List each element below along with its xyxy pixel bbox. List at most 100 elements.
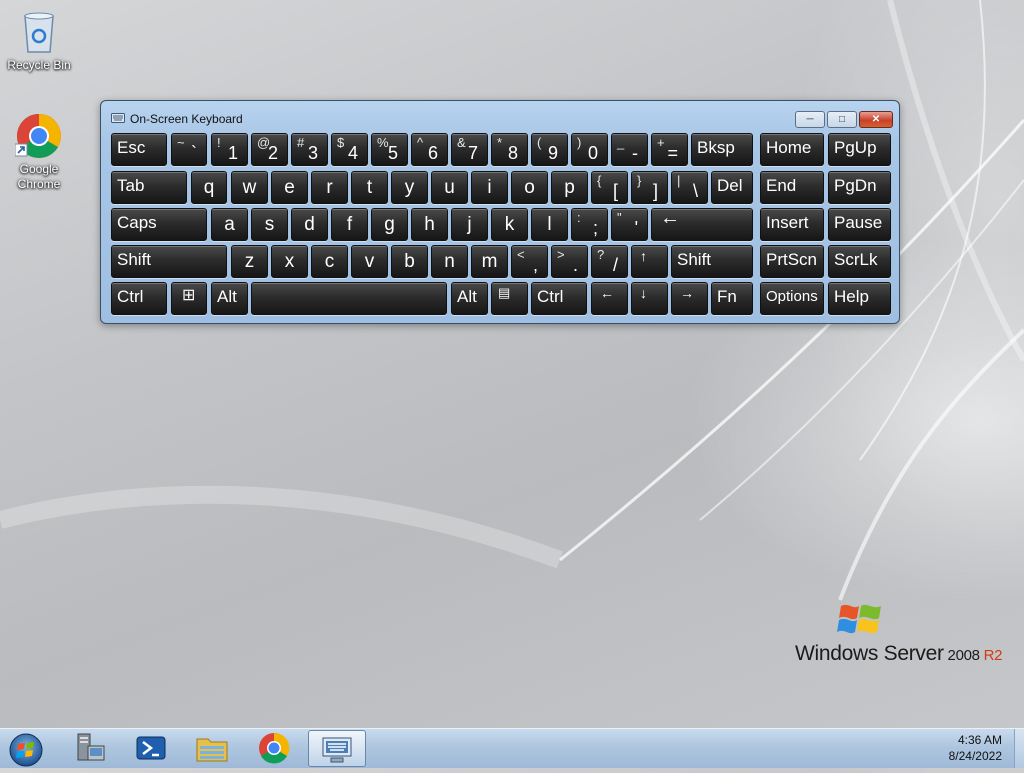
key-c[interactable]: c: [311, 245, 348, 278]
key-sym-3-10[interactable]: ? /: [591, 245, 628, 278]
key-sym-1-11[interactable]: {[: [591, 171, 628, 204]
key-fn-label: Fn: [717, 287, 737, 306]
key-alt[interactable]: Alt: [451, 282, 488, 315]
key-sym-0-13[interactable]: + =: [651, 133, 688, 166]
taskbar-powershell[interactable]: [122, 730, 178, 767]
key-sym-1-13[interactable]: | \: [671, 171, 708, 204]
key-sym-3-8[interactable]: <,: [511, 245, 548, 278]
key-o[interactable]: o: [511, 171, 548, 204]
key-4[interactable]: $4: [331, 133, 368, 166]
key-context-menu[interactable]: ▤: [491, 282, 528, 315]
key-esc[interactable]: Esc: [111, 133, 167, 166]
key-x[interactable]: x: [271, 245, 308, 278]
key-k[interactable]: k: [491, 208, 528, 241]
key-shift-label: Shift: [117, 250, 152, 269]
key-u[interactable]: u: [431, 171, 468, 204]
key-y[interactable]: y: [391, 171, 428, 204]
key-caps[interactable]: Caps: [111, 208, 207, 241]
key-sym-0-12[interactable]: _ -: [611, 133, 648, 166]
key-enter-arrow[interactable]: ←: [651, 207, 753, 241]
key-a-label: a: [224, 214, 235, 235]
key-home[interactable]: Home: [760, 133, 824, 166]
key-del[interactable]: Del: [711, 171, 753, 204]
key-down-arrow[interactable]: ↓: [631, 282, 668, 315]
start-button[interactable]: [6, 733, 46, 767]
key-7[interactable]: & 7: [451, 133, 488, 166]
key-n[interactable]: n: [431, 245, 468, 278]
key-prtscn[interactable]: PrtScn: [760, 245, 824, 278]
key-w-label: w: [242, 177, 257, 198]
key-d[interactable]: d: [291, 208, 328, 241]
on-screen-keyboard-icon: [322, 737, 352, 763]
key-r[interactable]: r: [311, 171, 348, 204]
desktop-icon-recycle-bin[interactable]: Recycle Bin: [1, 8, 77, 73]
key-up-arrow[interactable]: ↑: [631, 245, 668, 278]
key-5[interactable]: % 5: [371, 133, 408, 166]
key-2[interactable]: @2: [251, 133, 288, 166]
key-1[interactable]: ! 1: [211, 133, 248, 166]
key-right-arrow[interactable]: →: [671, 282, 708, 315]
key-ctrl[interactable]: Ctrl: [111, 282, 167, 315]
key-a[interactable]: a: [211, 208, 248, 241]
key-alt-label: Alt: [457, 287, 477, 306]
key-m[interactable]: m: [471, 245, 508, 278]
key-sym-0-1[interactable]: ~ `: [171, 133, 207, 166]
key-fn[interactable]: Fn: [711, 282, 753, 315]
key-left-arrow[interactable]: ←: [591, 282, 628, 315]
key-shift[interactable]: Shift: [111, 245, 227, 278]
key-6[interactable]: ^ 6: [411, 133, 448, 166]
show-desktop-button[interactable]: [1014, 729, 1024, 768]
key-v[interactable]: v: [351, 245, 388, 278]
key-j-label: j: [467, 214, 472, 235]
key-3[interactable]: #3: [291, 133, 328, 166]
key-end[interactable]: End: [760, 171, 824, 204]
system-clock[interactable]: 4:36 AM 8/24/2022: [949, 732, 1002, 764]
key-options[interactable]: Options: [760, 282, 824, 315]
key-space[interactable]: [251, 282, 447, 315]
key-o-label: o: [524, 177, 535, 198]
key-sym-2-11[interactable]: " ': [611, 208, 648, 241]
key-g[interactable]: g: [371, 208, 408, 241]
key-sym-1-12[interactable]: }]: [631, 171, 668, 204]
key-ctrl[interactable]: Ctrl: [531, 282, 587, 315]
key-bksp[interactable]: Bksp: [691, 133, 753, 166]
key-alt[interactable]: Alt: [211, 282, 248, 315]
key-help[interactable]: Help: [828, 282, 891, 315]
key-e[interactable]: e: [271, 171, 308, 204]
desktop-icon-google-chrome[interactable]: Google Chrome: [1, 112, 77, 192]
key-s[interactable]: s: [251, 208, 288, 241]
key-sym-2-10[interactable]: :;: [571, 208, 608, 241]
key-h[interactable]: h: [411, 208, 448, 241]
key-p[interactable]: p: [551, 171, 588, 204]
taskbar-chrome[interactable]: [246, 730, 302, 767]
key-pgdn-label: PgDn: [834, 176, 877, 195]
key-insert[interactable]: Insert: [760, 208, 824, 241]
key-9[interactable]: (9: [531, 133, 568, 166]
key-b[interactable]: b: [391, 245, 428, 278]
key-sym-3-9[interactable]: >.: [551, 245, 588, 278]
key-0[interactable]: ) 0: [571, 133, 608, 166]
key-q[interactable]: q: [191, 171, 227, 204]
key-i[interactable]: i: [471, 171, 508, 204]
key-p-label: p: [564, 177, 575, 198]
key-8[interactable]: * 8: [491, 133, 528, 166]
key-scrlk[interactable]: ScrLk: [828, 245, 891, 278]
key-pgdn[interactable]: PgDn: [828, 171, 891, 204]
key-tab[interactable]: Tab: [111, 171, 187, 204]
taskbar-server-manager[interactable]: [62, 730, 118, 767]
key-pgup[interactable]: PgUp: [828, 133, 891, 166]
taskbar-file-explorer[interactable]: [184, 730, 240, 767]
key-help-label: Help: [834, 287, 869, 306]
key-shift[interactable]: Shift: [671, 245, 753, 278]
key-pause[interactable]: Pause: [828, 208, 891, 241]
key-w[interactable]: w: [231, 171, 268, 204]
key-z[interactable]: z: [231, 245, 268, 278]
key-windows-logo[interactable]: ⊞: [171, 282, 207, 315]
key-f[interactable]: f: [331, 208, 368, 241]
taskbar-on-screen-keyboard[interactable]: [308, 730, 366, 767]
main-symbol: ,: [532, 255, 538, 275]
key-j[interactable]: j: [451, 208, 488, 241]
key-t[interactable]: t: [351, 171, 388, 204]
key-l[interactable]: l: [531, 208, 568, 241]
on-screen-keyboard-window[interactable]: On-Screen Keyboard ─ □ ✕ Esc ~ `! 1 @2 #3 $4% 5…: [100, 100, 900, 324]
